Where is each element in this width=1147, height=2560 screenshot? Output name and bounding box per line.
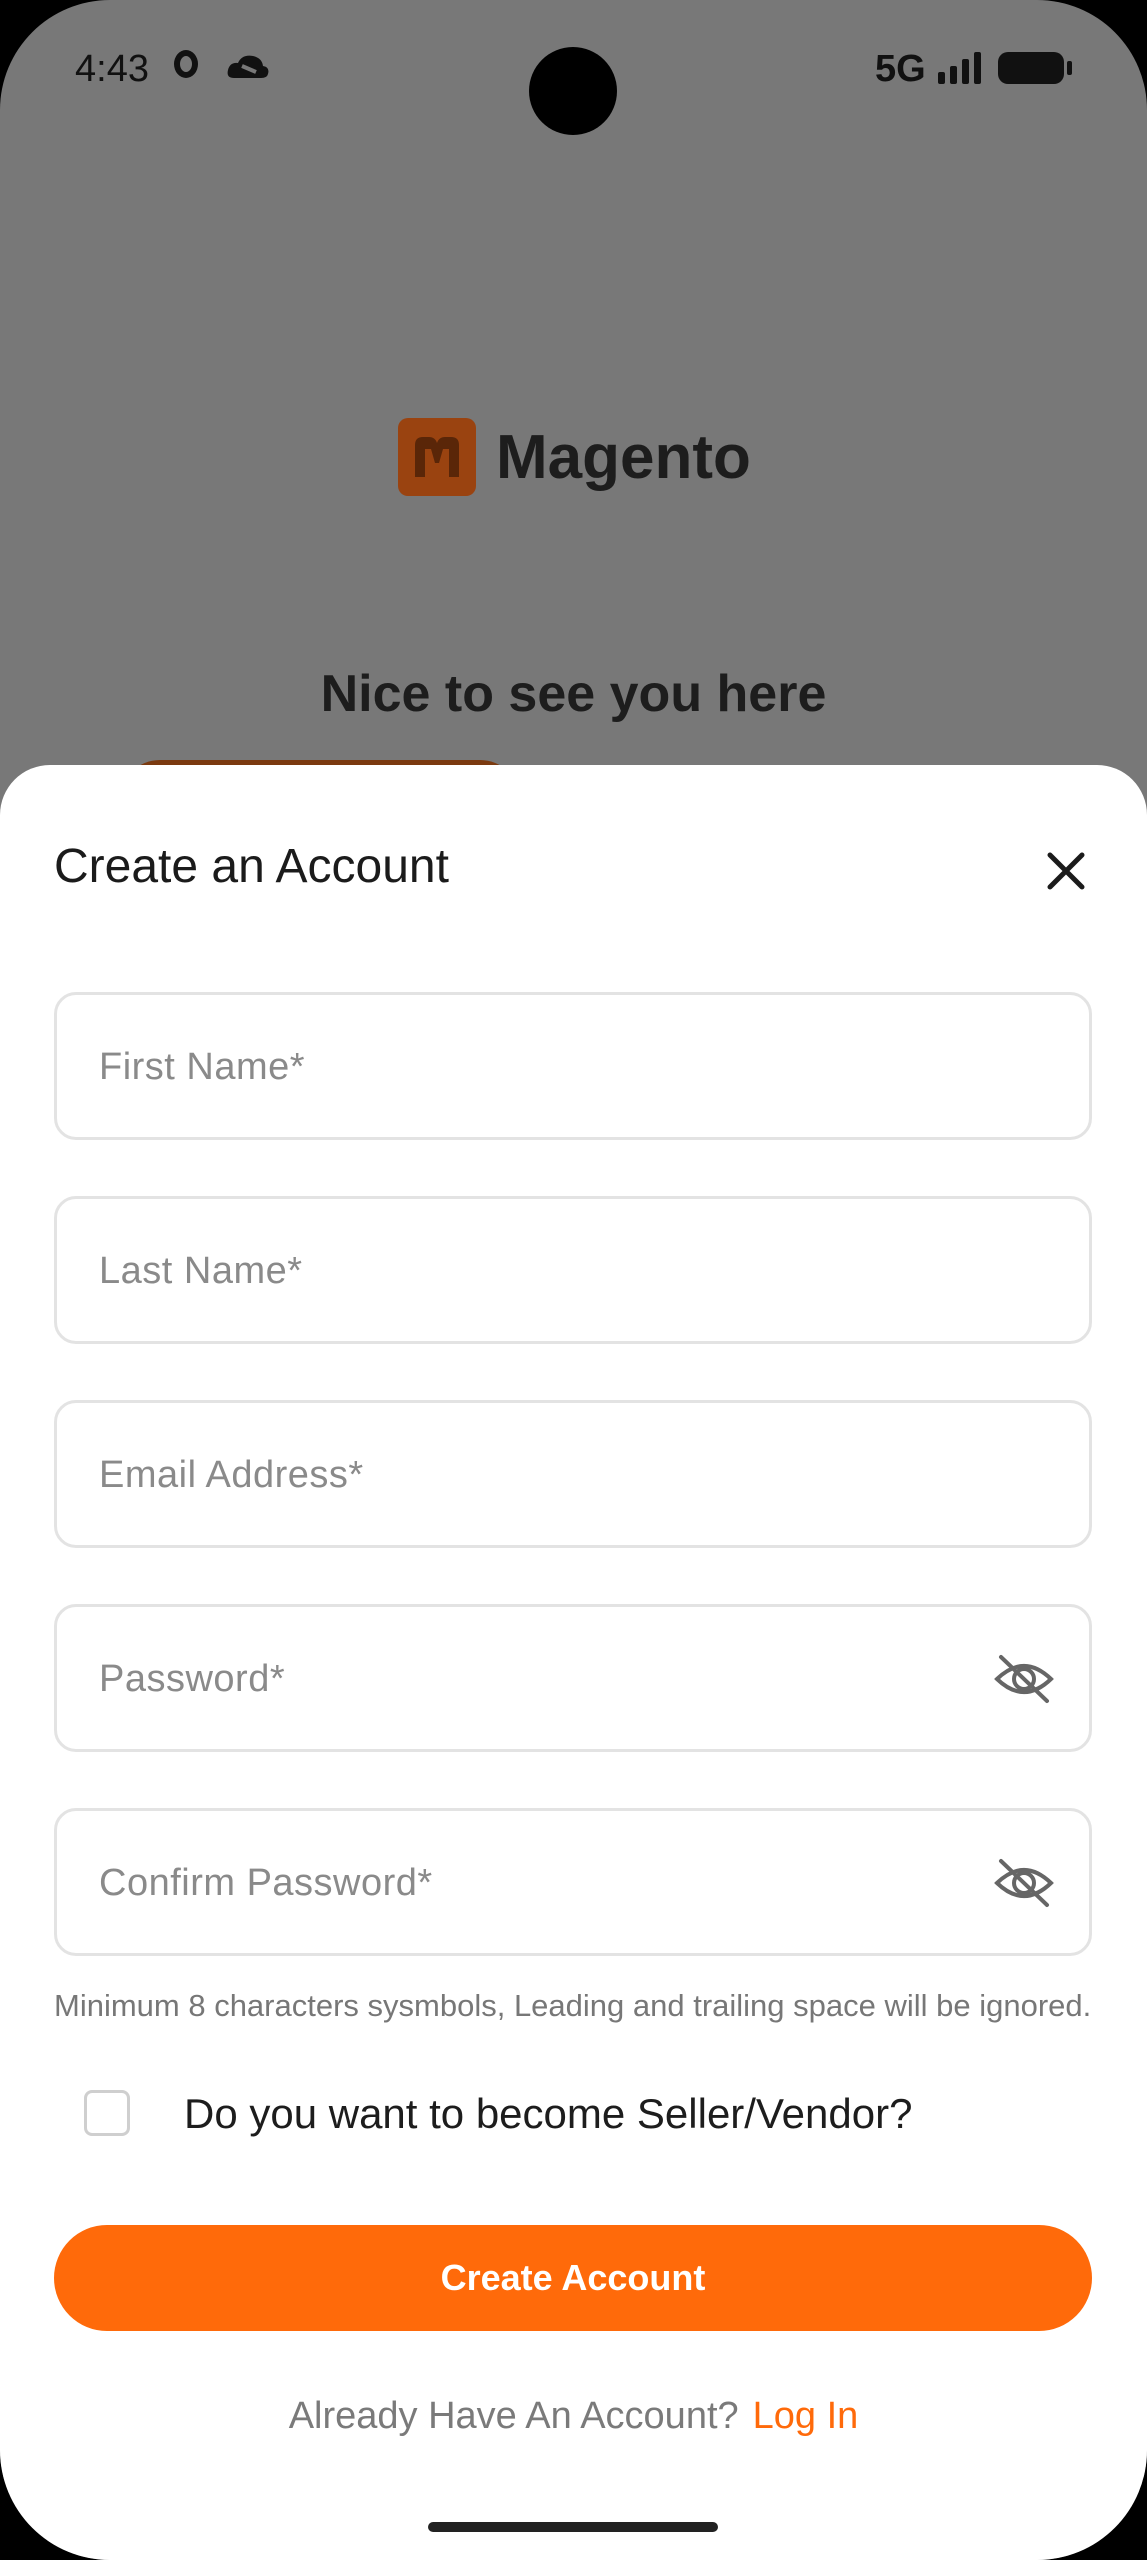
email-field[interactable]: [54, 1400, 1092, 1548]
seller-checkbox[interactable]: [84, 2090, 130, 2136]
battery-icon: [998, 52, 1072, 84]
first-name-input[interactable]: [97, 995, 1001, 1139]
password-input[interactable]: [97, 1607, 1001, 1751]
first-name-field[interactable]: [54, 992, 1092, 1140]
brand-name: Magento: [496, 422, 751, 492]
network-type: 5G: [875, 48, 926, 90]
phone-screen: 4:43 5G Magento Nice to see you here Cre…: [0, 0, 1147, 2560]
eye-off-icon[interactable]: [993, 1855, 1055, 1911]
notification-cloud-icon: [227, 55, 269, 78]
login-prompt-row: Already Have An Account? Log In: [0, 2395, 1147, 2438]
last-name-field[interactable]: [54, 1196, 1092, 1344]
signal-icon: [938, 52, 981, 84]
login-prompt-text: Already Have An Account?: [288, 2395, 739, 2437]
notification-o-icon: [174, 50, 198, 78]
brand-logo: Magento: [398, 418, 751, 496]
last-name-input[interactable]: [97, 1199, 1001, 1343]
status-bar: 4:43 5G: [0, 0, 1147, 140]
password-field[interactable]: [54, 1604, 1092, 1752]
email-input[interactable]: [97, 1403, 1001, 1547]
front-camera: [529, 47, 617, 135]
close-icon[interactable]: [1040, 845, 1092, 897]
eye-off-icon[interactable]: [993, 1651, 1055, 1707]
password-hint: Minimum 8 characters sysmbols, Leading a…: [54, 1988, 1092, 2023]
home-indicator[interactable]: [428, 2522, 718, 2532]
greeting-heading: Nice to see you here: [320, 665, 827, 723]
login-link[interactable]: Log In: [753, 2395, 859, 2437]
seller-checkbox-label[interactable]: Do you want to become Seller/Vendor?: [184, 2090, 912, 2138]
confirm-password-field[interactable]: [54, 1808, 1092, 1956]
sheet-title: Create an Account: [54, 840, 449, 893]
magento-logo-icon: [398, 418, 476, 496]
status-time: 4:43: [75, 48, 149, 90]
create-account-sheet: Create an Account First Name* Last Name*…: [0, 765, 1147, 2560]
confirm-password-input[interactable]: [97, 1811, 1001, 1955]
create-account-button[interactable]: Create Account: [54, 2225, 1092, 2331]
